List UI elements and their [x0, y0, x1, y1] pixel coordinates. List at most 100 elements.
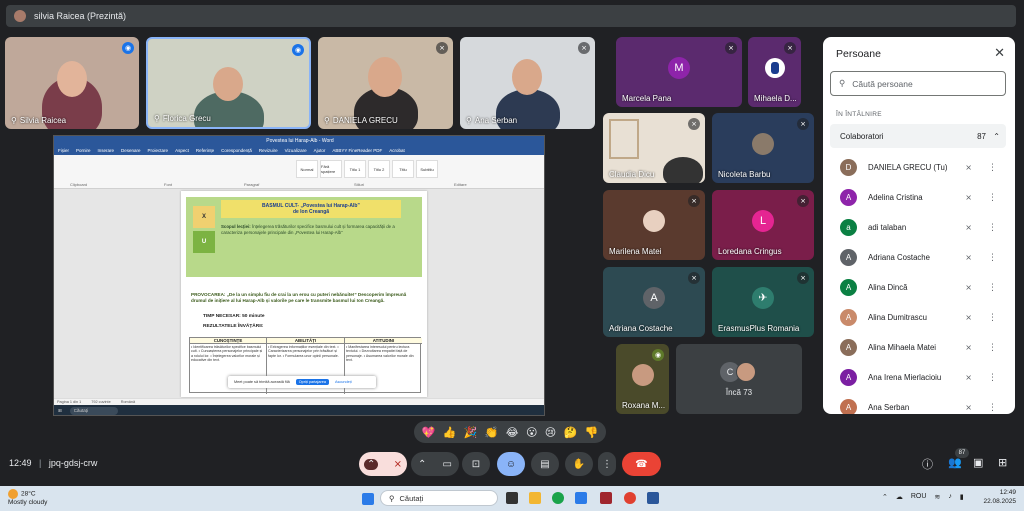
people-search-input[interactable]: ⚲ Căută persoane — [830, 71, 1006, 96]
presenter-bar: silvia Raicea (Prezintă) — [6, 5, 1016, 27]
taskbar-search[interactable]: ⚲ Căutați — [380, 490, 498, 506]
meeting-time: 12:49 — [9, 458, 32, 468]
tile-name: Claudia Dicu — [609, 170, 655, 179]
file-explorer-icon[interactable] — [529, 492, 541, 504]
present-button[interactable]: ⊡ — [462, 452, 490, 476]
tile-loredana-cringus[interactable]: L ⨯ Loredana Cringus — [712, 190, 814, 260]
volume-icon[interactable]: ♪ — [948, 493, 952, 501]
stop-share-button[interactable]: Opriți partajarea — [295, 379, 329, 385]
reaction-clap[interactable]: 👏 — [485, 426, 499, 439]
app-icon[interactable] — [600, 492, 612, 504]
tile-mihaela[interactable]: ⨯ Mihaela D... — [748, 37, 801, 107]
menu-item: Ajutor — [313, 148, 326, 153]
tile-ana-serban[interactable]: ⨯ ⚲ Ana Serban — [460, 37, 595, 129]
tile-florica-grecu[interactable]: ◉ ⚲ Florica Grecu — [146, 37, 311, 129]
weather-text: Mostly cloudy — [8, 499, 48, 506]
tile-erasmusplus[interactable]: ✈ ⨯ ErasmusPlus Romania — [712, 267, 814, 337]
emoji-button[interactable]: ☺ — [497, 452, 525, 476]
meet-window: silvia Raicea (Prezintă) ◉ ⚲ Silvia Raice… — [0, 0, 1024, 511]
doc-author: de Ion Creangă — [292, 209, 330, 215]
start-icon[interactable] — [362, 493, 374, 505]
reaction-thinking[interactable]: 🤔 — [564, 426, 578, 439]
more-options-button[interactable]: ⋮ — [598, 452, 616, 476]
search-placeholder: Căută persoane — [852, 78, 913, 89]
person-row[interactable]: A Adriana Costache ⨯ ⋮ — [830, 242, 1010, 272]
reaction-thumbs-down[interactable]: 👎 — [585, 426, 599, 439]
hide-link[interactable]: Ascundeți — [335, 380, 352, 384]
leave-call-button[interactable]: ☎ — [622, 452, 661, 476]
windows-taskbar: 28°C Mostly cloudy ⚲ Căutați ⌃ ☁ ROU ≋ ♪… — [0, 486, 1024, 511]
language-indicator[interactable]: ROU — [911, 493, 927, 501]
avatar: A — [840, 308, 857, 326]
task-view-icon[interactable] — [506, 492, 518, 504]
tile-roxana[interactable]: ◉ Roxana M... — [616, 344, 669, 414]
more-vert-icon[interactable]: ⋮ — [988, 252, 997, 263]
person-row[interactable]: D DANIELA GRECU (Tu) ⨯ ⋮ — [830, 152, 1010, 182]
tile-daniela-grecu[interactable]: ⨯ ⚲ DANIELA GRECU — [318, 37, 453, 129]
weather-widget[interactable]: 28°C Mostly cloudy — [8, 489, 47, 507]
raise-hand-button[interactable]: ✋ — [565, 452, 593, 476]
battery-icon[interactable]: ▮ — [960, 493, 964, 501]
taskbar-clock[interactable]: 12:49 22.08.2025 — [983, 489, 1016, 506]
more-vert-icon[interactable]: ⋮ — [988, 222, 997, 233]
more-vert-icon[interactable]: ⋮ — [988, 192, 997, 203]
scop-title: Scopul lecției: — [221, 224, 251, 229]
cloud-icon[interactable]: ☁ — [896, 493, 903, 501]
menu-item: Acrobat — [389, 148, 405, 153]
chrome-icon[interactable] — [624, 492, 636, 504]
info-icon[interactable]: ⓘ — [922, 456, 933, 472]
reaction-party[interactable]: 🎉 — [464, 426, 478, 439]
tile-marcela-pana[interactable]: M ⨯ Marcela Pana — [616, 37, 742, 107]
tile-more-people[interactable]: C Încă 73 — [676, 344, 802, 414]
chevron-up-icon[interactable]: ⌃ — [364, 458, 379, 470]
chat-icon[interactable]: ▣ — [973, 456, 983, 469]
person-row[interactable]: A Ana Serban ⨯ ⋮ — [830, 392, 1010, 414]
mic-off-icon: ⨯ — [965, 222, 972, 232]
edge-icon[interactable] — [552, 492, 564, 504]
doc-scop: Scopul lecției: Înțelegerea trăsăturilor… — [221, 224, 416, 235]
person-row[interactable]: A Ana Irena Mierlacioiu ⨯ ⋮ — [830, 362, 1010, 392]
mic-off-icon: ⨯ — [797, 118, 809, 130]
more-vert-icon[interactable]: ⋮ — [988, 372, 997, 383]
chevron-up-icon[interactable]: ⌃ — [418, 459, 426, 470]
store-icon[interactable] — [575, 492, 587, 504]
person-row[interactable]: A Adelina Cristina ⨯ ⋮ — [830, 182, 1010, 212]
doc-banner: BASMUL CULT- „Povestea lui Harap-Alb” de… — [221, 200, 401, 218]
chevron-up-icon[interactable]: ⌃ — [882, 493, 888, 501]
mic-toggle[interactable]: ⌃ ⨯ — [359, 452, 407, 476]
tile-nicoleta-barbu[interactable]: ⨯ Nicoleta Barbu — [712, 113, 814, 183]
menu-item: ABBYY FineReader PDF — [332, 148, 383, 153]
avatar-letter: L — [752, 209, 774, 232]
wifi-icon[interactable]: ≋ — [934, 493, 940, 501]
captions-button[interactable]: ▤ — [531, 452, 559, 476]
reaction-thumbs-up[interactable]: 👍 — [443, 426, 457, 439]
camera-toggle[interactable]: ⌃ ▭ — [411, 452, 459, 476]
status-item: Pagina 1 din 1 — [57, 400, 82, 404]
shared-taskbar: ⊞ Căutați — [54, 405, 544, 415]
word-icon[interactable] — [647, 492, 659, 504]
reaction-sad[interactable]: 😢 — [545, 426, 556, 439]
more-vert-icon[interactable]: ⋮ — [988, 312, 997, 323]
person-row[interactable]: A Alina Dumitrascu ⨯ ⋮ — [830, 302, 1010, 332]
reaction-laugh[interactable]: 😂 — [506, 426, 519, 439]
more-vert-icon[interactable]: ⋮ — [988, 162, 997, 173]
more-vert-icon[interactable]: ⋮ — [988, 342, 997, 353]
popup-text: Meet poate să trimită această filă — [234, 380, 290, 384]
tile-silvia-raicea[interactable]: ◉ ⚲ Silvia Raicea — [5, 37, 139, 129]
activities-icon[interactable]: ⊞ — [998, 456, 1007, 469]
person-row[interactable]: A Alina Dincă ⨯ ⋮ — [830, 272, 1010, 302]
tile-name: Loredana Cringus — [718, 247, 782, 256]
collaborators-group[interactable]: Colaboratori 87 ⌃ — [830, 124, 1006, 148]
tile-claudia-dicu[interactable]: ⨯ Claudia Dicu — [603, 113, 705, 183]
more-vert-icon[interactable]: ⋮ — [988, 282, 997, 293]
presenter-label: silvia Raicea (Prezintă) — [34, 11, 127, 21]
reaction-heart[interactable]: 💖 — [422, 426, 436, 439]
reaction-surprised[interactable]: 😮 — [526, 426, 537, 439]
person-name: Alina Dincă — [868, 282, 908, 292]
person-row[interactable]: A Alina Mihaela Matei ⨯ ⋮ — [830, 332, 1010, 362]
more-vert-icon[interactable]: ⋮ — [988, 402, 997, 413]
close-icon[interactable]: ✕ — [994, 45, 1005, 61]
person-row[interactable]: a adi talaban ⨯ ⋮ — [830, 212, 1010, 242]
tile-adriana-costache[interactable]: A ⨯ Adriana Costache — [603, 267, 705, 337]
tile-marilena-matei[interactable]: ⨯ Marilena Matei — [603, 190, 705, 260]
